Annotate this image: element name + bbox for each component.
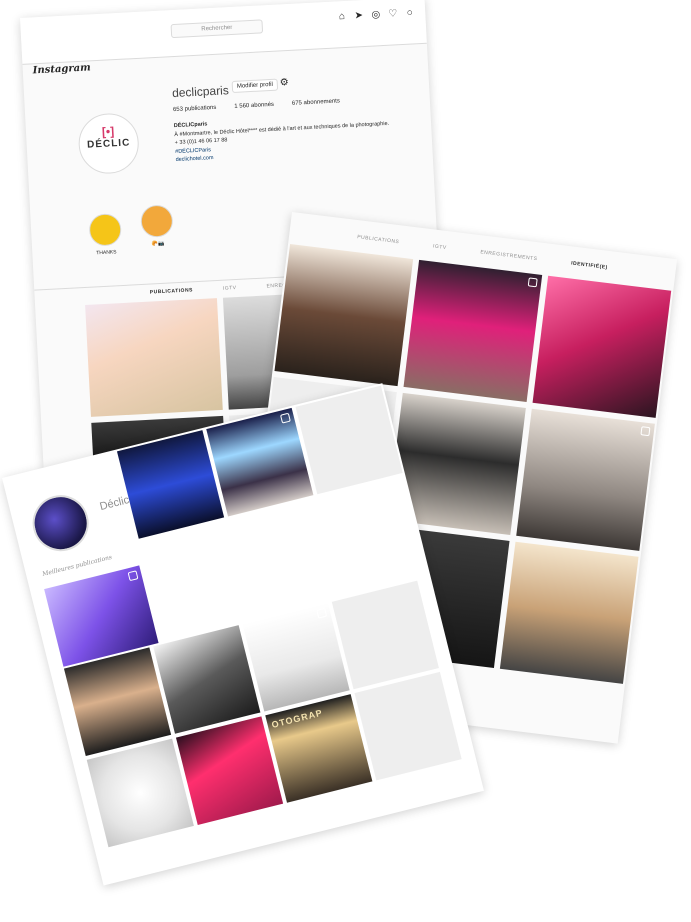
gear-icon[interactable]: ⚙ [279, 77, 289, 88]
search-input[interactable]: Rechercher [170, 19, 264, 39]
profile-icon[interactable]: ○ [404, 7, 416, 19]
post-thumbnail[interactable] [331, 580, 439, 690]
multi-photo-icon [316, 607, 328, 619]
profile-stats: 653 publications 1 560 abonnés 675 abonn… [173, 98, 340, 113]
tab-publications[interactable]: PUBLICATIONS [357, 234, 400, 245]
avatar-logo-text: DÉCLIC [86, 137, 131, 151]
highlight-cover [88, 213, 123, 247]
direct-icon[interactable]: ➤ [353, 10, 365, 22]
top-navigation-bar: Rechercher ⌂ ➤ ◎ ♡ ○ [20, 0, 427, 65]
post-thumbnail[interactable] [153, 625, 261, 734]
post-thumbnail[interactable] [532, 275, 672, 418]
instagram-logo[interactable]: Instagram [32, 62, 90, 76]
tab-saved[interactable]: ENREGISTREMENTS [480, 249, 538, 262]
post-thumbnail[interactable] [274, 244, 414, 387]
profile-bio: DÉCLICparis À #Montmartre, le Déclic Hôt… [174, 110, 406, 164]
following-count[interactable]: 675 abonnements [292, 98, 340, 107]
tab-igtv[interactable]: IGTV [433, 243, 447, 251]
edit-profile-button[interactable]: Modifier profil [231, 78, 279, 93]
highlight-label: THANKS [96, 249, 117, 257]
post-thumbnail[interactable] [85, 298, 223, 417]
post-thumbnail[interactable] [63, 647, 172, 756]
post-thumbnail[interactable] [175, 716, 284, 825]
nav-icons: ⌂ ➤ ◎ ♡ ○ [336, 7, 415, 22]
multi-photo-icon [527, 277, 538, 288]
croissant-highlight-cover [140, 204, 174, 238]
multi-photo-icon [279, 412, 291, 424]
post-thumbnail[interactable]: OTOGRAP [265, 694, 373, 803]
tab-igtv[interactable]: IGTV [223, 285, 237, 292]
profile-username: declicparis [171, 83, 230, 101]
post-thumbnail[interactable] [403, 259, 543, 403]
post-thumbnail[interactable] [499, 541, 639, 684]
multi-photo-icon [640, 426, 651, 437]
facade-sign-text: OTOGRAP [270, 707, 324, 730]
story-highlight[interactable]: THANKS [88, 213, 123, 257]
posts-count: 653 publications [172, 104, 217, 114]
post-thumbnail[interactable] [86, 738, 194, 848]
post-thumbnail[interactable] [206, 407, 314, 517]
multi-photo-icon [127, 570, 139, 582]
highlight-label: 🥐📷 [151, 240, 165, 248]
tab-publications[interactable]: PUBLICATIONS [150, 287, 193, 295]
story-highlight[interactable]: 🥐📷 [140, 204, 174, 248]
post-thumbnail[interactable] [516, 408, 655, 551]
post-thumbnail[interactable] [354, 671, 462, 781]
avatar[interactable] [26, 489, 95, 558]
post-thumbnail[interactable] [295, 385, 403, 495]
explore-icon[interactable]: ◎ [370, 9, 382, 21]
tab-tagged[interactable]: IDENTIFIÉ(E) [571, 260, 608, 270]
heart-icon[interactable]: ♡ [387, 8, 399, 20]
home-icon[interactable]: ⌂ [336, 11, 348, 23]
post-thumbnail[interactable] [242, 602, 350, 712]
post-thumbnail[interactable] [116, 430, 225, 539]
avatar[interactable]: [•] DÉCLIC [77, 112, 141, 176]
followers-count[interactable]: 1 560 abonnés [234, 102, 274, 110]
